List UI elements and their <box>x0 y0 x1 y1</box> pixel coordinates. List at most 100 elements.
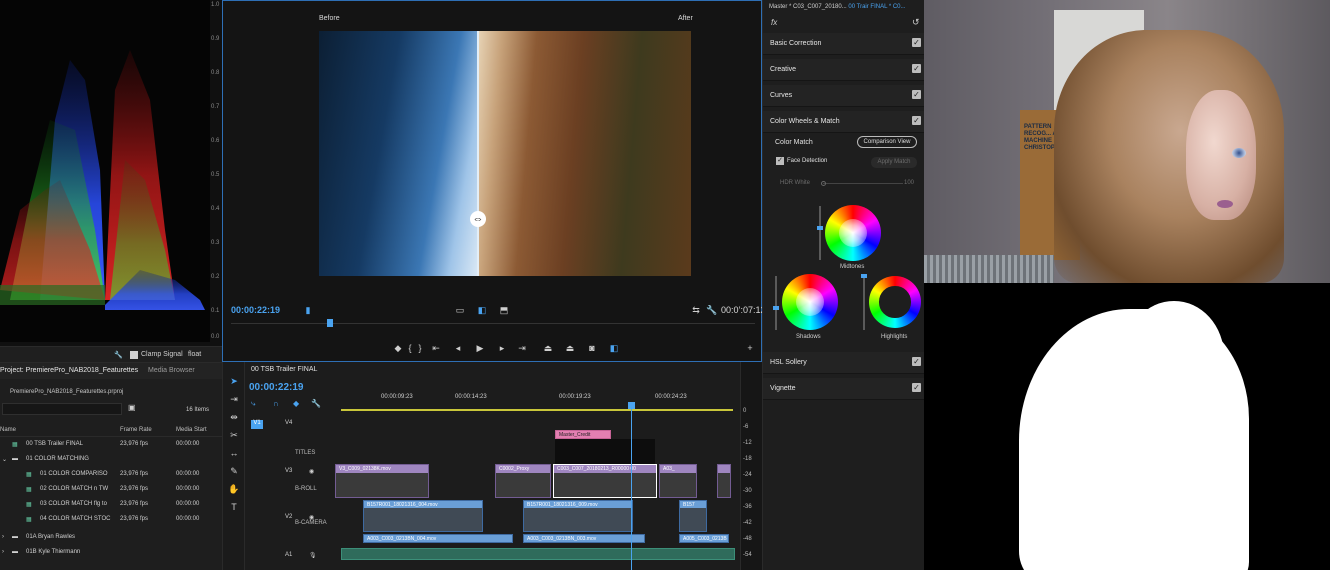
new-bin-icon[interactable]: ▣ <box>128 403 136 412</box>
checkbox-icon[interactable]: ✓ <box>912 38 921 47</box>
fx-icon[interactable]: fx <box>771 18 777 27</box>
microphone-icon[interactable]: 🎙 <box>309 552 317 559</box>
name-column[interactable]: Name <box>0 427 16 433</box>
hdr-white-knob[interactable] <box>821 181 826 186</box>
checkbox-icon[interactable]: ✓ <box>912 64 921 73</box>
play-icon[interactable]: ▶ <box>473 343 487 354</box>
step-forward-icon[interactable]: ▸ <box>495 343 509 354</box>
section-vignette[interactable]: Vignette ✓ <box>763 378 925 400</box>
chevron-down-icon[interactable]: ⌄ <box>2 456 7 463</box>
horizontal-split-icon[interactable]: ⬒ <box>497 305 511 317</box>
clip-master-credit[interactable]: Master_Credit <box>555 430 611 439</box>
razor-tool-icon[interactable]: ✂ <box>227 430 241 444</box>
go-to-in-icon[interactable]: ⇤ <box>429 343 443 354</box>
checkbox-icon[interactable]: ✓ <box>912 90 921 99</box>
highlights-slider-knob[interactable] <box>861 274 867 278</box>
section-creative[interactable]: Creative ✓ <box>763 59 925 81</box>
midtones-color-wheel[interactable] <box>825 205 881 261</box>
camera-icon[interactable]: ◙ <box>585 343 599 353</box>
clip-a1-b[interactable]: A003_C003_0213BN_003.mov <box>523 534 645 543</box>
checkbox-icon[interactable]: ✓ <box>912 357 921 366</box>
in-point-icon[interactable]: ▮ <box>301 305 315 317</box>
selection-tool-icon[interactable]: ➤ <box>227 376 241 390</box>
audio-clip[interactable] <box>341 548 735 560</box>
go-to-out-icon[interactable]: ⇥ <box>515 343 529 354</box>
list-item[interactable]: ▦ 04 COLOR MATCH STOC 23,976 fps 00:00:0… <box>0 512 222 527</box>
sequence-tab[interactable]: 00 TSB Trailer FINAL <box>251 366 317 373</box>
highlights-color-wheel[interactable] <box>869 276 921 328</box>
type-tool-icon[interactable]: T <box>227 502 241 516</box>
clip-v3-a[interactable]: V3_C009_02138K.mov <box>335 464 429 498</box>
float-label[interactable]: float <box>188 351 201 358</box>
checkbox-icon[interactable]: ✓ <box>912 383 921 392</box>
split-drag-handle-icon[interactable]: ⇔ <box>470 211 486 227</box>
timeline-playhead[interactable] <box>631 402 632 570</box>
clip-v3-b[interactable]: C0002_Proxy <box>495 464 551 498</box>
section-curves[interactable]: Curves ✓ <box>763 85 925 107</box>
monitor-scrubber[interactable] <box>231 323 755 337</box>
list-item[interactable]: ▦ 02 COLOR MATCH n TW 23,976 fps 00:00:0… <box>0 482 222 497</box>
clip-v3-c[interactable]: C003_C007_20180213_R00000 00 <box>553 464 657 498</box>
wrench-icon[interactable]: 🔧 <box>705 305 719 317</box>
checkbox-icon[interactable]: ✓ <box>912 116 921 125</box>
clip-v3-d[interactable]: A03_ <box>659 464 697 498</box>
linked-selection-icon[interactable]: ∩ <box>273 399 279 408</box>
shadows-slider[interactable] <box>775 276 777 330</box>
add-marker-icon[interactable]: ◆ <box>293 399 299 408</box>
work-area-bar[interactable] <box>341 409 733 411</box>
clip-v3-e[interactable] <box>717 464 731 498</box>
swap-icon[interactable]: ⇆ <box>689 305 703 317</box>
comparison-view-icon[interactable]: ◧ <box>607 343 621 354</box>
frame-rate-column[interactable]: Frame Rate <box>120 427 152 433</box>
tab-media-browser[interactable]: Media Browser <box>148 367 195 374</box>
tab-project[interactable]: Project: PremierePro_NAB2018_Featurettes <box>0 367 138 374</box>
face-detection-checkbox[interactable]: ✓ <box>776 157 784 165</box>
master-clip-label[interactable]: Master * C03_C007_20180... <box>769 4 847 10</box>
search-input[interactable] <box>2 403 122 415</box>
extract-icon[interactable]: ⏏ <box>563 343 577 354</box>
wrench-icon[interactable]: 🔧 <box>311 399 321 408</box>
list-item[interactable]: › ▬ 01B Kyle Thiermann <box>0 545 222 560</box>
list-item[interactable]: › ▬ 01A Bryan Rawles <box>0 530 222 545</box>
add-button-icon[interactable]: + <box>743 343 757 353</box>
wrench-icon[interactable]: 🔧 <box>114 351 123 359</box>
chevron-right-icon[interactable]: › <box>2 534 4 540</box>
mark-out-icon[interactable]: } <box>413 343 427 353</box>
list-item[interactable]: ▦ 00 TSB Trailer FINAL 23,976 fps 00:00:… <box>0 437 222 452</box>
media-start-column[interactable]: Media Start <box>176 427 207 433</box>
split-line[interactable] <box>477 31 479 276</box>
side-by-side-icon[interactable]: ▭ <box>453 305 467 317</box>
clip-a1-a[interactable]: A003_C003_0213BN_004.mov <box>363 534 513 543</box>
step-back-icon[interactable]: ◂ <box>451 343 465 354</box>
hand-tool-icon[interactable]: ✋ <box>227 484 241 498</box>
midtones-slider-knob[interactable] <box>817 226 823 230</box>
section-color-wheels[interactable]: Color Wheels & Match ✓ <box>763 111 925 133</box>
shadows-slider-knob[interactable] <box>773 306 779 310</box>
playhead-timecode[interactable]: 00:00:22:19 <box>231 305 280 315</box>
shadows-color-wheel[interactable] <box>782 274 838 330</box>
monitor-playhead[interactable] <box>327 319 333 327</box>
vertical-split-icon[interactable]: ◧ <box>475 305 489 317</box>
source-patch[interactable]: V1 <box>251 420 263 429</box>
chevron-right-icon[interactable]: › <box>2 549 4 555</box>
lift-icon[interactable]: ⏏ <box>541 343 555 354</box>
apply-match-button[interactable]: Apply Match <box>871 157 917 168</box>
pen-tool-icon[interactable]: ✎ <box>227 466 241 480</box>
eye-icon[interactable]: ◉ <box>309 468 314 475</box>
clip-v2-b[interactable]: B157R001_18021316_009.mov <box>523 500 633 532</box>
highlights-slider[interactable] <box>863 276 865 330</box>
sequence-clip-label[interactable]: 00 Trair FINAL * C0... <box>848 4 905 10</box>
midtones-slider[interactable] <box>819 206 821 260</box>
hdr-white-slider[interactable] <box>823 183 903 184</box>
clip-a1-c[interactable]: A005_C003_0213B <box>679 534 729 543</box>
reset-icon[interactable]: ↺ <box>912 17 920 28</box>
comparison-view-button[interactable]: Comparison View <box>857 136 917 148</box>
clip-v2-a[interactable]: B157R001_18021316_004.mov <box>363 500 483 532</box>
snap-icon[interactable]: ⤷ <box>251 399 255 409</box>
timeline-timecode[interactable]: 00:00:22:19 <box>249 382 303 393</box>
clip-v2-c[interactable]: B157 <box>679 500 707 532</box>
section-hsl[interactable]: HSL Sollery ✓ <box>763 352 925 374</box>
ripple-edit-tool-icon[interactable]: ⇹ <box>227 412 241 426</box>
list-item[interactable]: ⌄ ▬ 01 COLOR MATCHING <box>0 452 222 467</box>
slip-tool-icon[interactable]: ↔ <box>227 448 241 462</box>
